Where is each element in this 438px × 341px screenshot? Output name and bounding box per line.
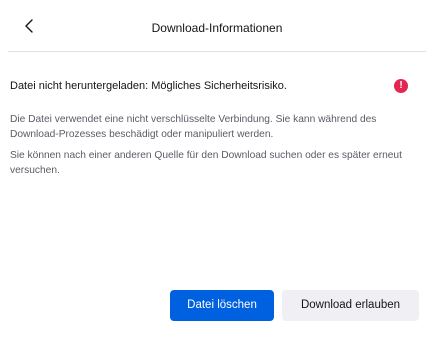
page-title: Download-Informationen bbox=[151, 21, 283, 35]
error-icon: ! bbox=[394, 79, 408, 93]
content: Datei nicht heruntergeladen: Mögliches S… bbox=[10, 76, 426, 184]
header: Download-Informationen bbox=[8, 0, 426, 52]
description-paragraph-2: Sie können nach einer anderen Quelle für… bbox=[10, 150, 402, 176]
warning-text: Datei nicht heruntergeladen: Mögliches S… bbox=[10, 80, 287, 92]
description-paragraph-1: Die Datei verwendet eine nicht verschlüs… bbox=[10, 114, 377, 140]
warning-row: Datei nicht heruntergeladen: Mögliches S… bbox=[10, 76, 426, 96]
delete-file-button[interactable]: Datei löschen bbox=[170, 290, 274, 321]
allow-download-button[interactable]: Download erlauben bbox=[282, 290, 419, 321]
description: Die Datei verwendet eine nicht verschlüs… bbox=[10, 112, 426, 178]
